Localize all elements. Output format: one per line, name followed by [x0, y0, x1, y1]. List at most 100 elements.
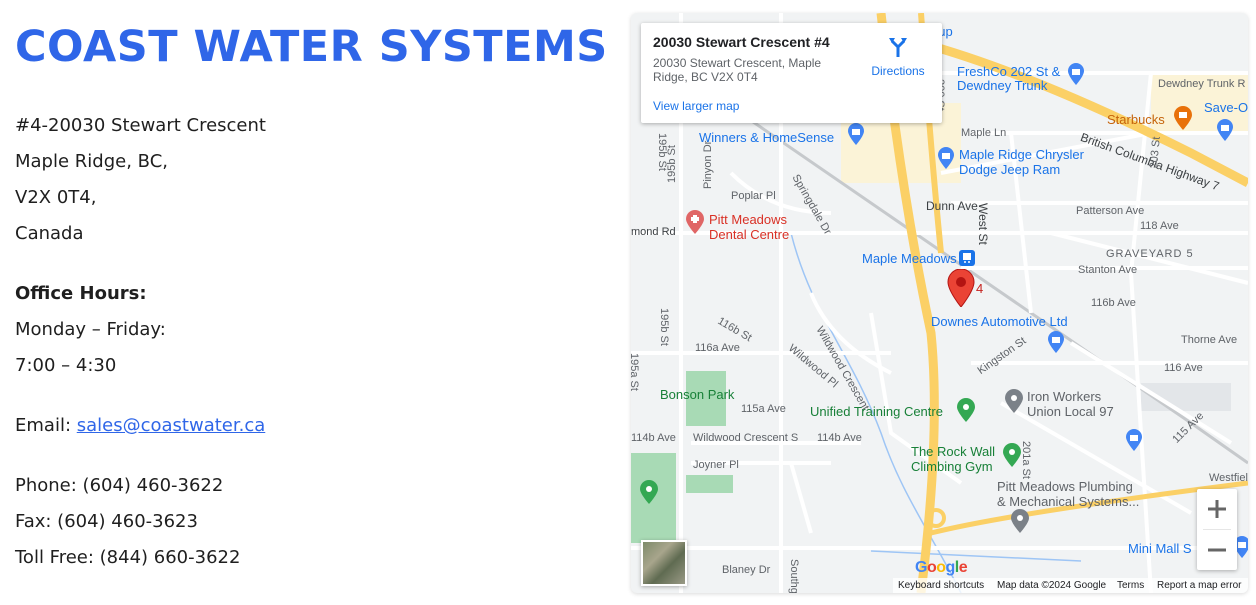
location-pin-icon[interactable] [1010, 509, 1030, 533]
street-label: 116 Ave [1164, 362, 1203, 374]
place-address: 20030 Stewart Crescent, Maple Ridge, BC … [653, 56, 822, 84]
contact-section: COAST WATER SYSTEMS #4-20030 Stewart Cre… [15, 18, 608, 576]
poi-ironworkers[interactable]: Iron Workers Union Local 97 [1027, 389, 1114, 419]
street-label: 118 Ave [1140, 220, 1179, 232]
street-label: Joyner Pl [693, 459, 739, 471]
train-icon[interactable] [959, 250, 975, 266]
street-label: 116a Ave [695, 342, 740, 354]
email-link[interactable]: sales@coastwater.ca [77, 415, 266, 436]
shopping-bag-icon[interactable] [937, 147, 955, 169]
poi-rockwall[interactable]: The Rock Wall Climbing Gym [911, 444, 995, 474]
street-label: mond Rd [631, 226, 676, 238]
street-label: GRAVEYARD 5 [1106, 248, 1194, 260]
street-label: Poplar Pl [731, 190, 776, 202]
poi-rockwall-line1: The Rock Wall [911, 444, 996, 459]
poi-freshco-line1: FreshCo 202 St & [957, 64, 1061, 79]
location-pin-icon[interactable] [947, 269, 975, 307]
poi-freshco-line2: Dewdney Trunk [957, 78, 1048, 93]
poi-label[interactable]: Unified Training Centre [810, 405, 943, 418]
poi-ironworkers-line1: Iron Workers [1027, 389, 1102, 404]
map-attribution-bar: Keyboard shortcuts Map data ©2024 Google… [893, 578, 1248, 593]
poi-plumbing-line1: Pitt Meadows Plumbing [997, 479, 1133, 494]
tree-icon[interactable] [639, 480, 659, 504]
poi-plumbing[interactable]: Pitt Meadows Plumbing & Mechanical System… [997, 479, 1139, 509]
park-area [686, 475, 733, 493]
satellite-toggle[interactable] [641, 540, 687, 586]
street-label: 195b St [666, 145, 678, 183]
zoom-control [1197, 489, 1237, 570]
shopping-bag-icon[interactable] [1067, 63, 1085, 85]
view-larger-map-link[interactable]: View larger map [653, 99, 739, 113]
poi-dental-line1: Pitt Meadows [709, 212, 788, 227]
poi-label[interactable]: Save-O [1204, 101, 1248, 114]
street-label: 195b St [656, 133, 668, 171]
office-hours-time: 7:00 – 4:30 [15, 355, 117, 376]
poi-label[interactable]: Bonson Park [660, 388, 734, 401]
street-label: Southg [788, 559, 800, 593]
shopping-bag-icon[interactable] [1125, 429, 1143, 451]
place-info-card: 20030 Stewart Crescent #4 20030 Stewart … [641, 23, 942, 123]
address-line-3: V2X 0T4, [15, 187, 97, 208]
zoom-out-icon [1208, 548, 1226, 552]
email-row: Email: sales@coastwater.ca [15, 408, 605, 444]
phone-line: Phone: (604) 460-3622 [15, 475, 224, 496]
street-label: 114b Ave [817, 432, 862, 444]
google-logo: Google [915, 559, 968, 576]
street-label: 116b Ave [1091, 297, 1136, 309]
location-pin-icon[interactable] [1004, 389, 1024, 413]
poi-label[interactable]: Winners & HomeSense [699, 131, 834, 144]
office-hours-heading: Office Hours: [15, 283, 147, 304]
google-map[interactable]: Dewdney Trunk R British Columbia Highway… [631, 13, 1248, 593]
street-label: 195a St [631, 353, 640, 391]
street-label: 114b Ave [631, 432, 676, 444]
poi-chrysler[interactable]: Maple Ridge Chrysler Dodge Jeep Ram [959, 147, 1084, 177]
directions-label: Directions [871, 64, 925, 78]
shopping-bag-icon[interactable] [1216, 119, 1234, 141]
shopping-bag-icon[interactable] [1047, 331, 1065, 353]
street-label: Wildwood Crescent S [693, 432, 799, 444]
poi-ironworkers-line2: Union Local 97 [1027, 404, 1114, 419]
zoom-in-button[interactable] [1197, 489, 1237, 529]
coffee-cup-icon[interactable] [1173, 106, 1193, 130]
poi-chrysler-line1: Maple Ridge Chrysler [959, 147, 1084, 162]
address-line-1: #4-20030 Stewart Crescent [15, 115, 266, 136]
map-data-text: Map data ©2024 Google [997, 580, 1107, 591]
poi-dental-line2: Dental Centre [709, 227, 790, 242]
office-hours-days: Monday – Friday: [15, 319, 166, 340]
terms-link[interactable]: Terms [1117, 580, 1144, 591]
contact-details: #4-20030 Stewart Crescent Maple Ridge, B… [15, 108, 605, 576]
medical-icon[interactable] [685, 210, 705, 234]
directions-button[interactable]: Directions [869, 35, 927, 78]
address-line-4: Canada [15, 223, 84, 244]
poi-dental[interactable]: Pitt Meadows Dental Centre [709, 212, 789, 242]
street-label: Stanton Ave [1078, 264, 1138, 276]
directions-icon [889, 38, 907, 57]
street-label: 115a Ave [741, 403, 786, 415]
poi-label[interactable]: Starbucks [1107, 113, 1165, 126]
toll-free-line: Toll Free: (844) 660-3622 [15, 547, 241, 568]
street-label: Maple Ln [961, 127, 1007, 139]
place-title: 20030 Stewart Crescent #4 [653, 34, 830, 50]
poi-chrysler-line2: Dodge Jeep Ram [959, 162, 1061, 177]
street-label: Patterson Ave [1076, 205, 1145, 217]
keyboard-shortcuts-link[interactable]: Keyboard shortcuts [898, 580, 984, 591]
street-label: Thorne Ave [1181, 334, 1238, 346]
poi-label[interactable]: Downes Automotive Ltd [931, 315, 1068, 328]
street-label: Dunn Ave [926, 199, 978, 213]
street-label: 195b St [658, 308, 670, 346]
street-label: West St [976, 203, 990, 245]
poi-freshco[interactable]: FreshCo 202 St & Dewdney Trunk [957, 65, 1060, 93]
street-label: Dewdney Trunk R [1158, 78, 1246, 90]
report-map-error-link[interactable]: Report a map error [1157, 580, 1241, 591]
poi-rockwall-line2: Climbing Gym [911, 459, 993, 474]
zoom-out-button[interactable] [1197, 530, 1237, 570]
shopping-bag-icon[interactable] [847, 123, 865, 145]
company-title: COAST WATER SYSTEMS [15, 22, 608, 72]
poi-label[interactable]: Maple Meadows [862, 252, 957, 265]
gym-icon[interactable] [956, 398, 976, 422]
address-line-2: Maple Ridge, BC, [15, 151, 168, 172]
street-label: Pinyon Dr [702, 140, 714, 189]
zoom-in-icon [1208, 500, 1226, 518]
gym-icon[interactable] [1002, 443, 1022, 467]
poi-label[interactable]: Mini Mall S [1128, 542, 1192, 555]
